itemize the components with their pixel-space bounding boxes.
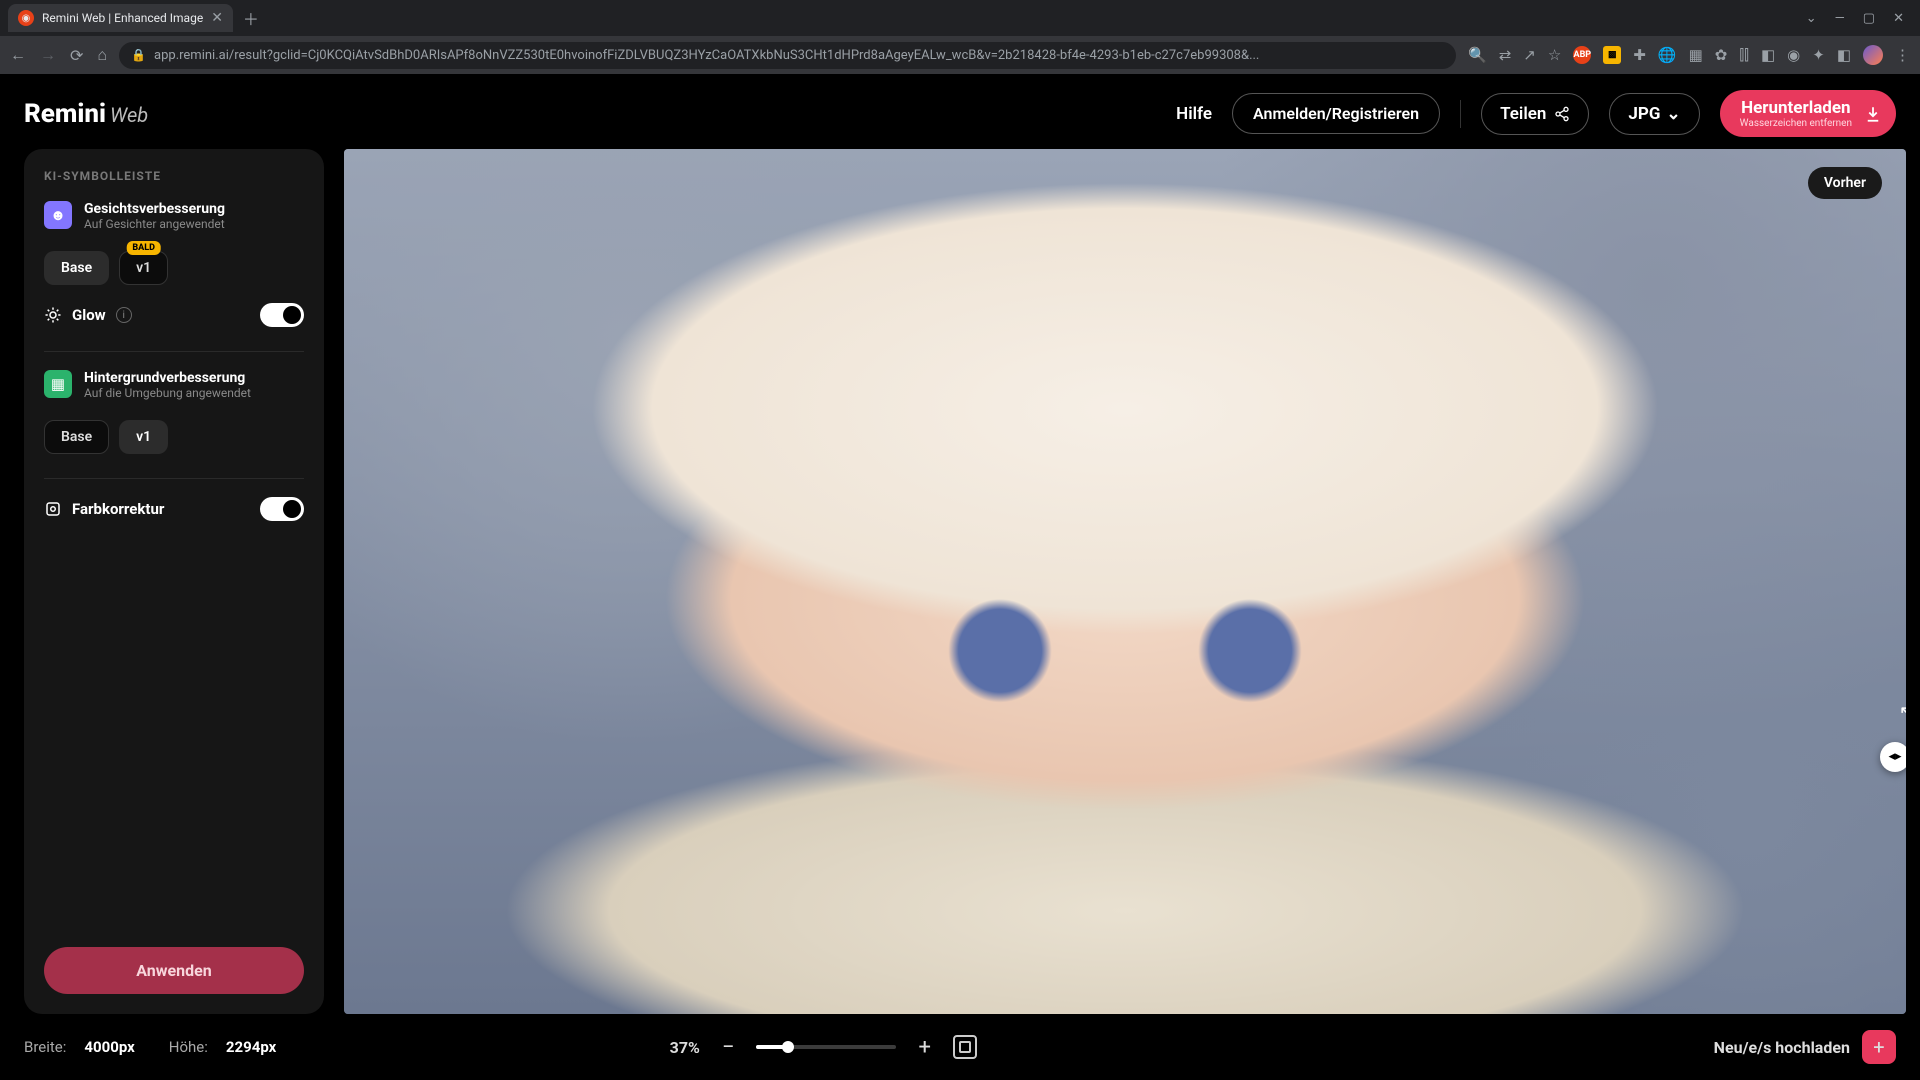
color-correct-label: Farbkorrektur	[72, 500, 164, 518]
extension-icon-4[interactable]: ✿	[1715, 46, 1728, 64]
extension-icon-2[interactable]: ✚	[1633, 46, 1646, 64]
app-logo[interactable]: ReminiWeb	[24, 99, 148, 129]
bottom-bar: Breite: 4000px Höhe: 2294px 37% − + Neu/…	[0, 1014, 1920, 1080]
forward-icon[interactable]: →	[40, 45, 56, 65]
color-correct-toggle[interactable]	[260, 497, 304, 521]
image-canvas[interactable]: Vorher ↖ ◂▸	[344, 149, 1906, 1014]
maximize-icon[interactable]: ▢	[1863, 11, 1875, 26]
extensions-puzzle-icon[interactable]: ✦	[1812, 46, 1825, 64]
width-value: 4000px	[84, 1038, 134, 1056]
reload-icon[interactable]: ⟳	[70, 46, 83, 65]
download-label: Herunterladen	[1741, 98, 1851, 118]
face-base-pill[interactable]: Base	[44, 251, 109, 285]
download-icon	[1864, 105, 1882, 123]
zoom-in-button[interactable]: +	[918, 1035, 930, 1060]
sidepanel-icon[interactable]: ◧	[1837, 46, 1851, 64]
extension-abp-icon[interactable]: ABP	[1573, 46, 1591, 64]
ai-toolbar-sidebar: KI-SYMBOLLEISTE ☻ Gesichtsverbesserung A…	[24, 149, 324, 1014]
logo-sub: Web	[110, 103, 148, 127]
search-icon[interactable]: 🔍	[1468, 46, 1487, 64]
login-register-button[interactable]: Anmelden/Registrieren	[1232, 93, 1440, 134]
upload-button[interactable]: +	[1862, 1030, 1896, 1064]
translate-icon[interactable]: ⇄	[1499, 46, 1512, 64]
share-icon	[1554, 106, 1570, 122]
browser-tab[interactable]: ◉ Remini Web | Enhanced Image ✕	[8, 4, 233, 32]
face-enhance-title: Gesichtsverbesserung	[84, 201, 225, 217]
extension-camera-icon[interactable]: ◉	[1787, 46, 1800, 64]
divider	[44, 478, 304, 479]
extension-globe-icon[interactable]: 🌐	[1658, 46, 1677, 64]
color-correct-icon	[44, 500, 62, 518]
share-label: Teilen	[1500, 104, 1546, 124]
glow-icon	[44, 306, 62, 324]
logo-main: Remini	[24, 99, 106, 129]
separator	[1460, 100, 1461, 128]
divider	[44, 351, 304, 352]
info-icon[interactable]: i	[116, 307, 132, 323]
width-label: Breite:	[24, 1038, 66, 1056]
zoom-percent: 37%	[670, 1038, 700, 1057]
close-window-icon[interactable]: ✕	[1893, 11, 1904, 26]
extension-icon-3[interactable]: ▦	[1689, 46, 1703, 64]
new-tab-button[interactable]: ＋	[243, 6, 259, 30]
format-dropdown[interactable]: JPG ⌄	[1609, 93, 1699, 135]
enhanced-photo	[344, 149, 1906, 1014]
face-enhance-sub: Auf Gesichter angewendet	[84, 217, 225, 231]
browser-toolbar: ← → ⟳ ⌂ 🔒 app.remini.ai/result?gclid=Cj0…	[0, 36, 1920, 74]
lock-icon: 🔒	[131, 48, 146, 62]
extension-icon[interactable]: ▩	[1603, 46, 1621, 64]
extension-icon-5[interactable]: ⫿⫿	[1739, 46, 1749, 64]
minimize-icon[interactable]: —	[1835, 11, 1845, 26]
glow-label: Glow	[72, 306, 106, 324]
format-label: JPG	[1628, 104, 1660, 124]
profile-avatar[interactable]	[1863, 45, 1883, 65]
bookmark-icon[interactable]: ☆	[1548, 46, 1561, 64]
chevron-down-icon[interactable]: ⌄	[1806, 11, 1817, 26]
face-v1-pill[interactable]: v1	[119, 251, 168, 285]
back-icon[interactable]: ←	[10, 45, 26, 65]
tab-title: Remini Web | Enhanced Image	[42, 11, 203, 25]
zoom-out-button[interactable]: −	[722, 1035, 735, 1060]
app-header: ReminiWeb Hilfe Anmelden/Registrieren Te…	[0, 74, 1920, 149]
close-tab-icon[interactable]: ✕	[211, 10, 223, 26]
height-label: Höhe:	[169, 1038, 208, 1056]
favicon-icon: ◉	[18, 10, 34, 26]
download-sublabel: Wasserzeichen entfernen	[1740, 118, 1852, 129]
bg-enhance-icon: ▦	[44, 370, 72, 398]
share-page-icon[interactable]: ↗	[1523, 46, 1536, 64]
zoom-slider[interactable]	[756, 1045, 896, 1049]
chevron-down-icon: ⌄	[1666, 104, 1680, 124]
download-button[interactable]: Herunterladen Wasserzeichen entfernen	[1720, 90, 1896, 137]
url-text: app.remini.ai/result?gclid=Cj0KCQiAtvSdB…	[154, 48, 1444, 63]
share-button[interactable]: Teilen	[1481, 93, 1589, 135]
compare-handle[interactable]: ◂▸	[1880, 742, 1906, 772]
bg-base-pill[interactable]: Base	[44, 420, 109, 454]
height-value: 2294px	[226, 1038, 276, 1056]
bg-v1-pill[interactable]: v1	[119, 420, 168, 454]
browser-tab-bar: ◉ Remini Web | Enhanced Image ✕ ＋ ⌄ — ▢ …	[0, 0, 1920, 36]
apply-button[interactable]: Anwenden	[44, 947, 304, 994]
sidebar-heading: KI-SYMBOLLEISTE	[44, 169, 304, 183]
help-link[interactable]: Hilfe	[1176, 104, 1212, 124]
home-icon[interactable]: ⌂	[97, 45, 107, 65]
kebab-menu-icon[interactable]: ⋮	[1895, 46, 1910, 64]
bald-badge: BALD	[126, 241, 161, 255]
address-bar[interactable]: 🔒 app.remini.ai/result?gclid=Cj0KCQiAtvS…	[119, 42, 1456, 69]
bg-enhance-title: Hintergrundverbesserung	[84, 370, 251, 386]
before-toggle[interactable]: Vorher	[1808, 167, 1882, 199]
face-enhance-icon: ☻	[44, 201, 72, 229]
fit-screen-button[interactable]	[953, 1035, 977, 1059]
extension-icon-6[interactable]: ◧	[1761, 46, 1775, 64]
bg-enhance-sub: Auf die Umgebung angewendet	[84, 386, 251, 400]
upload-label: Neu/e/s hochladen	[1714, 1038, 1850, 1057]
glow-toggle[interactable]	[260, 303, 304, 327]
